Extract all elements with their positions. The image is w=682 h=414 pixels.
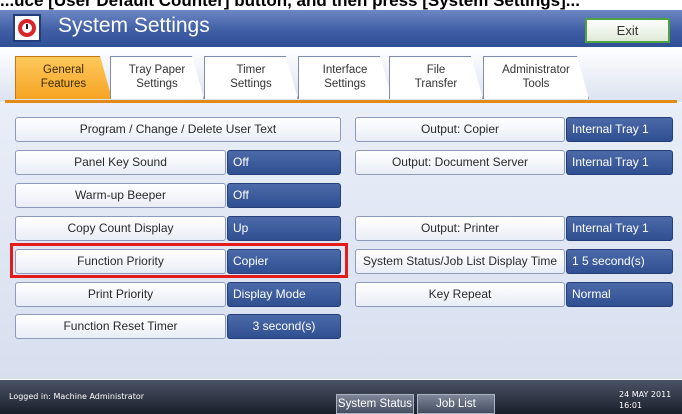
tab-administrator-tools[interactable]: Administrator Tools — [483, 56, 589, 99]
job-list-button[interactable]: Job List — [417, 394, 495, 414]
key-repeat-value: Normal — [566, 282, 673, 307]
date-label: 24 MAY 2011 — [619, 390, 672, 399]
output-document-server-value: Internal Tray 1 — [566, 150, 673, 175]
panel-key-sound-value: Off — [227, 150, 341, 175]
window-title: System Settings — [58, 14, 210, 37]
tab-general-features[interactable]: General Features — [15, 56, 112, 99]
tab-interface-settings[interactable]: Interface Settings — [298, 56, 392, 99]
function-reset-timer-button[interactable]: Function Reset Timer — [15, 314, 226, 339]
output-copier-value: Internal Tray 1 — [566, 117, 673, 142]
cropped-instruction-caption: ...uce [User Default Counter] button, an… — [0, 0, 580, 10]
panel-key-sound-button[interactable]: Panel Key Sound — [15, 150, 226, 175]
copy-count-display-button[interactable]: Copy Count Display — [15, 216, 226, 241]
output-printer-value: Internal Tray 1 — [566, 216, 673, 241]
output-copier-button[interactable]: Output: Copier — [355, 117, 565, 142]
output-printer-button[interactable]: Output: Printer — [355, 216, 565, 241]
print-priority-value: Display Mode — [227, 282, 341, 307]
job-list-display-time-value: 1 5 second(s) — [566, 249, 673, 274]
system-status-button[interactable]: System Status — [336, 394, 414, 414]
date-time-display: 24 MAY 2011 16:01 — [619, 389, 671, 411]
print-priority-button[interactable]: Print Priority — [15, 282, 226, 307]
tab-file-transfer[interactable]: File Transfer — [389, 56, 483, 99]
key-repeat-button[interactable]: Key Repeat — [355, 282, 565, 307]
function-reset-timer-value: 3 second(s) — [227, 314, 341, 339]
warm-up-beeper-value: Off — [227, 183, 341, 208]
tab-timer-settings[interactable]: Timer Settings — [204, 56, 298, 99]
job-list-display-time-button[interactable]: System Status/Job List Display Time — [355, 249, 565, 274]
function-priority-highlight-box — [10, 243, 348, 278]
copy-count-display-value: Up — [227, 216, 341, 241]
tab-tray-paper-settings[interactable]: Tray Paper Settings — [110, 56, 204, 99]
warm-up-beeper-button[interactable]: Warm-up Beeper — [15, 183, 226, 208]
exit-button[interactable]: Exit — [585, 18, 670, 43]
logged-in-status: Logged in: Machine Administrator — [9, 392, 145, 401]
clock-app-icon — [13, 14, 41, 42]
time-label: 16:01 — [619, 401, 643, 410]
output-document-server-button[interactable]: Output: Document Server — [355, 150, 565, 175]
program-user-text-button[interactable]: Program / Change / Delete User Text — [15, 117, 341, 142]
